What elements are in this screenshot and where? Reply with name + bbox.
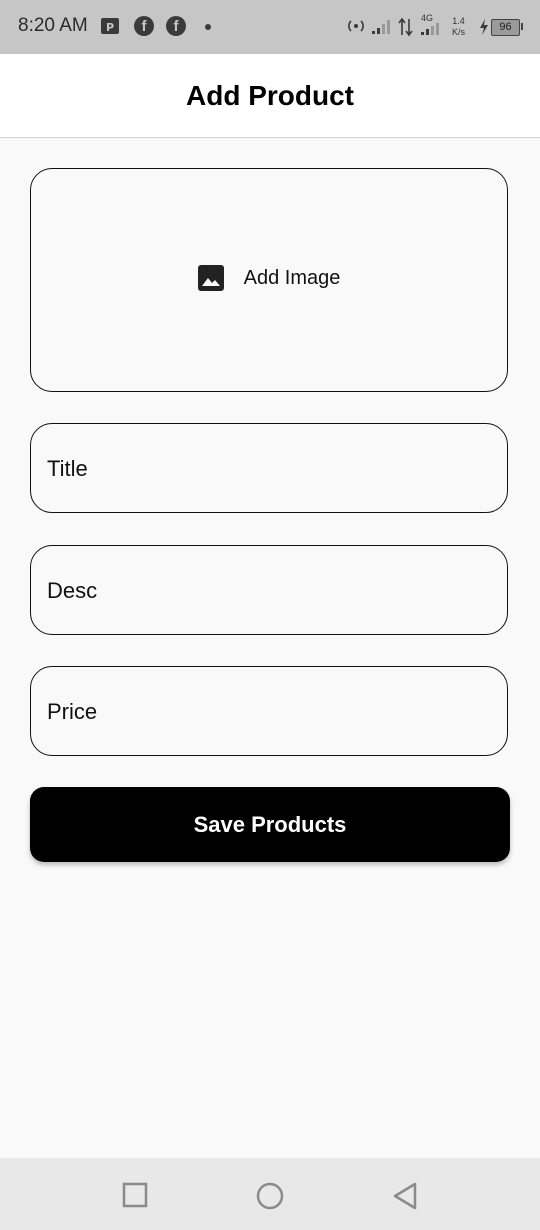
charging-icon — [480, 19, 488, 35]
add-image-button[interactable]: Add Image — [30, 168, 508, 392]
status-time: 8:20 AM — [18, 15, 88, 36]
home-circle-icon[interactable] — [256, 1182, 284, 1210]
desc-field[interactable]: Desc — [30, 545, 508, 635]
add-image-label: Add Image — [243, 266, 341, 289]
image-icon — [197, 265, 224, 291]
facebook-icon: f — [166, 16, 186, 36]
save-products-button[interactable]: Save Products — [30, 787, 510, 862]
battery-icon: 96 — [491, 19, 520, 36]
title-placeholder: Title — [47, 456, 88, 481]
pdf-icon: P — [101, 18, 119, 34]
page-title: Add Product — [186, 80, 354, 111]
battery-tip — [521, 23, 523, 30]
price-placeholder: Price — [47, 699, 98, 724]
facebook-icon: f — [134, 16, 154, 36]
signal-4g-icon — [421, 23, 439, 35]
svg-text:P: P — [106, 21, 114, 34]
net-speed: 1.4 K/s — [452, 16, 466, 37]
recents-square-icon[interactable] — [122, 1182, 148, 1208]
title-field[interactable]: Title — [30, 423, 508, 513]
back-triangle-icon[interactable] — [392, 1182, 418, 1210]
system-nav-bar — [0, 1158, 540, 1230]
signal-icon — [372, 20, 390, 34]
save-products-label: Save Products — [193, 811, 347, 837]
desc-placeholder: Desc — [47, 578, 98, 603]
notification-dot-icon — [205, 24, 211, 30]
data-transfer-icon — [398, 17, 413, 37]
app-bar: Add Product — [0, 54, 540, 138]
hotspot-icon — [348, 20, 364, 32]
price-field[interactable]: Price — [30, 666, 508, 756]
status-bar: 8:20 AM P f f 4G 1.4 K/s 96 — [0, 0, 540, 54]
add-image-content: Add Image — [31, 265, 507, 291]
